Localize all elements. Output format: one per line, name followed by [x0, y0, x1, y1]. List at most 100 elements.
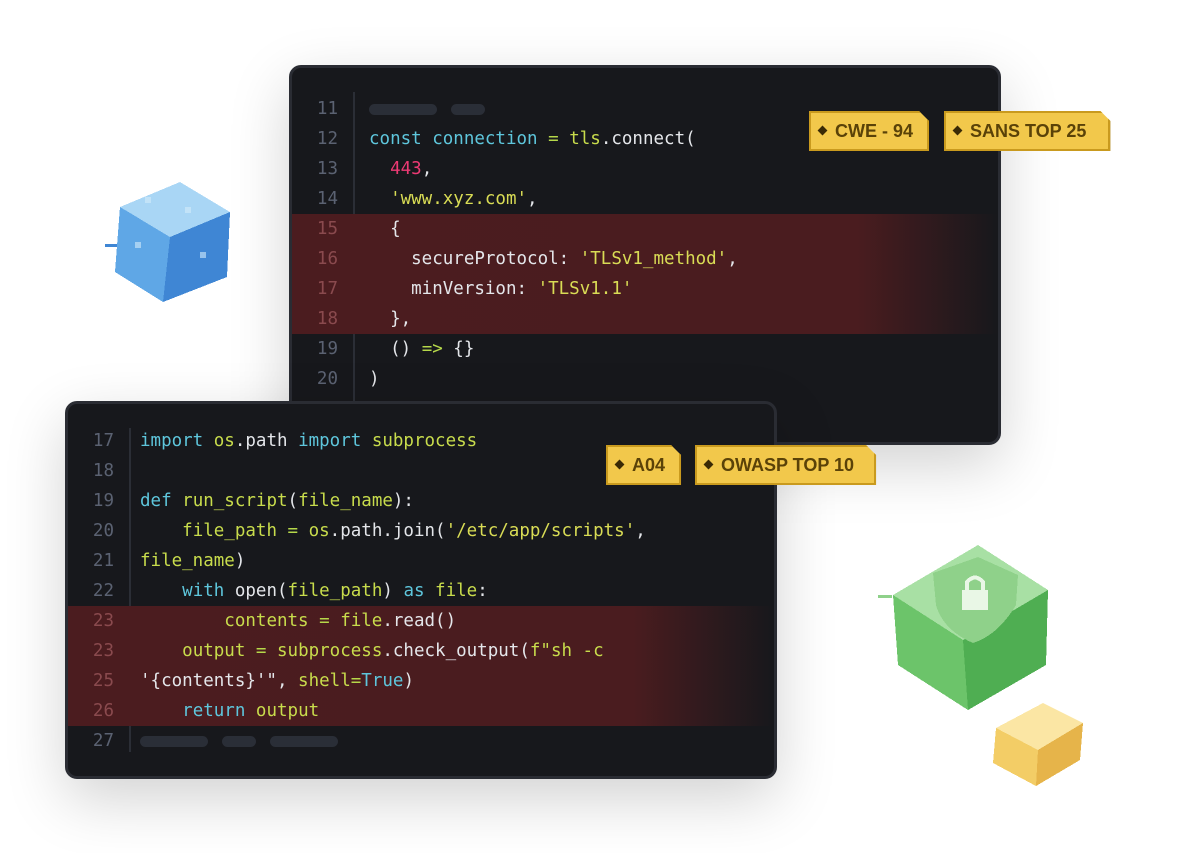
badge-label: A04 — [632, 455, 666, 475]
code-token: 443 — [390, 159, 422, 179]
code-token: ) — [234, 551, 246, 571]
code-text: output = subprocess.check_output(f"sh -c — [140, 636, 604, 666]
code-text — [140, 726, 352, 756]
badge-sans-top-25: SANS TOP 25 — [944, 111, 1110, 151]
code-token: 'TLSv1_method' — [579, 249, 728, 269]
code-token: def — [140, 491, 183, 511]
code-line: 14 'www.xyz.com', — [292, 184, 998, 214]
code-token: secureProtocol: — [369, 249, 580, 269]
blue-cube-icon — [105, 182, 230, 302]
code-text: ) — [369, 364, 380, 394]
code-token: tls — [569, 129, 601, 149]
badge-label: OWASP TOP 10 — [721, 455, 855, 475]
code-line: 23 contents = file.read() — [68, 606, 774, 636]
code-text: '{contents}'", shell=True) — [140, 666, 414, 696]
code-token: , — [727, 249, 738, 269]
code-line: 19 () => {} — [292, 334, 998, 364]
code-text: import os.path import subprocess — [140, 426, 477, 456]
code-text: def run_script(file_name): — [140, 486, 414, 516]
line-number: 27 — [92, 731, 114, 751]
line-number: 17 — [92, 431, 114, 451]
code-token: f"sh -c — [529, 641, 604, 661]
code-token: '/etc/app/scripts' — [445, 521, 636, 541]
code-line: 19 def run_script(file_name): — [68, 486, 774, 516]
code-line: 15 { — [292, 214, 998, 244]
code-line: 20 file_path = os.path.join('/etc/app/sc… — [68, 516, 774, 546]
code-text: file_path = os.path.join('/etc/app/scrip… — [140, 516, 646, 546]
code-token: file — [340, 611, 383, 631]
code-token: return — [182, 701, 256, 721]
line-number: 25 — [92, 671, 114, 691]
code-text: contents = file.read() — [140, 606, 456, 636]
code-token: file_name — [140, 551, 235, 571]
code-token: subprocess — [277, 641, 383, 661]
code-text: 'www.xyz.com', — [369, 184, 538, 214]
code-text — [369, 94, 499, 124]
code-token: => — [421, 339, 443, 359]
code-token: 'www.xyz.com' — [390, 189, 528, 209]
code-text: secureProtocol: 'TLSv1_method', — [369, 244, 738, 274]
line-number: 15 — [316, 219, 338, 239]
code-text: minVersion: 'TLSv1.1' — [369, 274, 632, 304]
code-token: .path — [234, 431, 299, 451]
code-line: 22 with open(file_path) as file: — [68, 576, 774, 606]
code-line: 21 file_name) — [68, 546, 774, 576]
line-number: 18 — [92, 461, 114, 481]
code-token: ) — [382, 581, 404, 601]
code-token: .path.join( — [329, 521, 446, 541]
code-token: = — [350, 671, 362, 691]
code-token: True — [361, 671, 404, 691]
code-token: with — [182, 581, 235, 601]
placeholder-bar — [270, 735, 338, 747]
code-text: }, — [369, 304, 411, 334]
code-token: os — [213, 431, 235, 451]
diamond-icon — [615, 460, 625, 470]
badge-a04: A04 — [606, 445, 681, 485]
badge-owasp-top-10: OWASP TOP 10 — [695, 445, 876, 485]
code-line: 18 }, — [292, 304, 998, 334]
code-line: 27 — [68, 726, 774, 756]
line-number: 19 — [92, 491, 114, 511]
code-token: .check_output( — [382, 641, 530, 661]
badge-label: CWE - 94 — [835, 121, 914, 141]
line-number: 16 — [316, 249, 338, 269]
yellow-cube-icon — [993, 703, 1083, 786]
code-token: = — [287, 521, 309, 541]
line-number: 23 — [92, 611, 114, 631]
code-token: const — [369, 129, 433, 149]
code-text: const connection = tls.connect( — [369, 124, 696, 154]
code-text: { — [369, 214, 401, 244]
line-number: 23 — [92, 641, 114, 661]
code-text: file_name) — [140, 546, 245, 576]
placeholder-bar — [369, 103, 437, 115]
code-token: file_name — [298, 491, 393, 511]
line-number: 11 — [316, 99, 338, 119]
code-line: 13 443, — [292, 154, 998, 184]
code-token: {} — [442, 339, 475, 359]
code-line: 25 '{contents}'", shell=True) — [68, 666, 774, 696]
badge-cwe: CWE - 94 — [809, 111, 929, 151]
code-token: , — [421, 159, 433, 179]
placeholder-bar — [451, 103, 485, 115]
code-token: connection — [432, 129, 549, 149]
code-token: output — [182, 641, 256, 661]
code-token: = — [319, 611, 341, 631]
code-token: , — [527, 189, 538, 209]
line-number: 14 — [316, 189, 338, 209]
line-number: 17 — [316, 279, 338, 299]
code-token: output — [255, 701, 320, 721]
code-token: ) — [403, 671, 414, 691]
code-token: '{contents}'", — [140, 671, 299, 691]
code-token: file_path — [182, 521, 288, 541]
code-text: () => {} — [369, 334, 474, 364]
code-token: = — [255, 641, 277, 661]
code-token: .read() — [382, 611, 457, 631]
code-token: }, — [369, 309, 412, 329]
code-line: 20) — [292, 364, 998, 394]
code-token: file_path — [287, 581, 383, 601]
diamond-icon — [704, 460, 714, 470]
code-token: ): — [392, 491, 414, 511]
